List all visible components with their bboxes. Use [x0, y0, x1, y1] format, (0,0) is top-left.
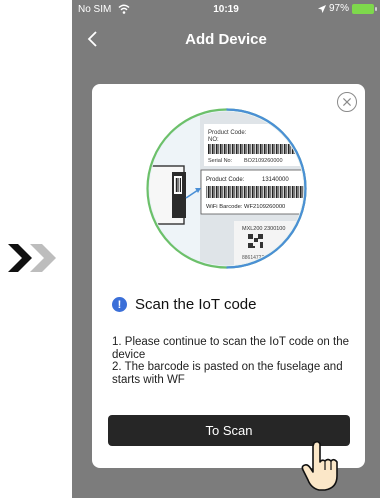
wifi-barcode-text: WiFi Barcode: WF2109260000: [206, 204, 285, 210]
serial-label: Serial No:: [208, 158, 233, 164]
product-code-label-top: Product Code:: [208, 130, 247, 136]
iot-label-illustration: Product Code: NO: Serial No: BO210926000…: [146, 108, 307, 269]
no-label: NO:: [208, 137, 219, 143]
battery-percent: 97%: [328, 3, 349, 14]
close-icon[interactable]: [337, 92, 357, 112]
instructions: 1. Please continue to scan the IoT code …: [112, 336, 357, 386]
info-icon: !: [112, 297, 127, 312]
instruction-2: 2. The barcode is pasted on the fuselage…: [112, 361, 343, 386]
serial-value: BO2109260000: [244, 158, 283, 164]
pointing-hand-icon: [301, 440, 338, 491]
nav-bar: Add Device: [72, 22, 380, 56]
product-code-value: 13140000: [262, 177, 289, 183]
model-text: MXL200 2300100: [242, 226, 285, 232]
scan-header: ! Scan the IoT code: [112, 296, 256, 313]
status-bar: No SIM 10:19 97%: [72, 0, 380, 20]
status-right: 97%: [317, 3, 377, 14]
instruction-1: 1. Please continue to scan the IoT code …: [112, 336, 349, 361]
scan-title: Scan the IoT code: [135, 296, 257, 313]
product-code-label: Product Code:: [206, 177, 245, 183]
location-arrow-icon: [317, 4, 326, 13]
scan-dialog: Product Code: NO: Serial No: BO210926000…: [92, 84, 365, 468]
phone-screen: No SIM 10:19 97% Add Device Product Code…: [72, 0, 380, 498]
double-chevron-icon: [8, 244, 56, 272]
battery-icon: [352, 3, 377, 14]
page-title: Add Device: [185, 31, 267, 48]
